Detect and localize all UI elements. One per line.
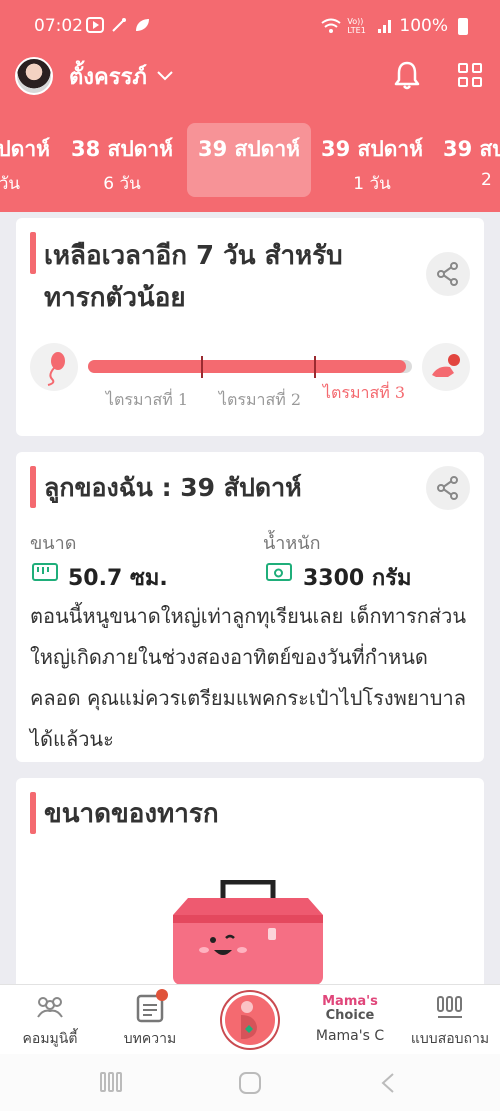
pregnancy-home-button[interactable] bbox=[222, 992, 278, 1048]
week-selector: ปดาห์ วัน 38 สปดาห์ 6 วัน 39 สปดาห์ 39 ส… bbox=[0, 123, 500, 197]
survey-icon bbox=[437, 996, 462, 1018]
week-tab[interactable]: 39 สบ 2 bbox=[437, 123, 500, 197]
weight-value: 3300 กรัม bbox=[303, 566, 412, 591]
carrier-label: Vo)) LTE1 bbox=[347, 17, 366, 35]
home-icon[interactable] bbox=[238, 1072, 262, 1094]
crawling-baby-icon bbox=[422, 343, 470, 391]
size-card-title: ขนาดของทารก bbox=[44, 799, 219, 829]
week-tab[interactable]: 38 สปดาห์ 6 วัน bbox=[60, 123, 184, 197]
status-bar: 07:02 Vo)) LTE1 100% bbox=[0, 12, 500, 44]
baby-description: ตอนนี้หนูขนาดใหญ่เท่าลูกทุเรียนเลย เด็กท… bbox=[30, 604, 466, 751]
nav-mamas-choice[interactable]: Mama's Choice Mama's C bbox=[300, 985, 400, 1055]
pregnancy-icon bbox=[241, 1001, 257, 1039]
nav-community[interactable]: คอมมูนิตี้ bbox=[0, 985, 100, 1055]
week-tab[interactable]: 39 สปดาห์ 1 วัน bbox=[310, 123, 434, 197]
profile-switcher[interactable]: ตั้งครรภ์ bbox=[15, 56, 173, 96]
share-icon bbox=[437, 476, 458, 500]
pregnancy-progress-fill bbox=[88, 360, 406, 373]
bell-icon[interactable] bbox=[394, 60, 420, 90]
chevron-down-icon bbox=[157, 71, 173, 81]
battery-icon bbox=[458, 17, 468, 35]
system-nav-bar bbox=[0, 1054, 500, 1111]
nav-survey[interactable]: แบบสอบถาม bbox=[400, 985, 500, 1055]
trimester-label-2: ไตรมาสที่ 2 bbox=[218, 390, 302, 409]
magic-wand-icon bbox=[112, 18, 126, 32]
toolbox-illustration bbox=[173, 880, 323, 985]
nav-articles[interactable]: บทความ bbox=[100, 985, 200, 1055]
share-icon bbox=[437, 262, 458, 286]
weight-label: น้ำหนัก bbox=[263, 533, 321, 554]
mamas-choice-logo: Mama's Choice bbox=[322, 994, 378, 1023]
app-header: 07:02 Vo)) LTE1 100% ตั้งครรภ์ ปดาห์ วัน… bbox=[0, 0, 500, 212]
size-value: 50.7 ซม. bbox=[68, 566, 168, 591]
pregnancy-progress-bar bbox=[88, 360, 412, 373]
trimester-label-3: ไตรมาสที่ 3 bbox=[322, 383, 406, 402]
baby-card-title: ลูกของฉัน : 39 สัปดาห์ bbox=[44, 473, 302, 502]
week-tab[interactable]: ปดาห์ วัน bbox=[0, 123, 60, 197]
wifi-icon bbox=[321, 18, 342, 33]
battery-percent: 100% bbox=[399, 16, 448, 36]
share-button[interactable] bbox=[426, 252, 470, 296]
youtube-notification-icon bbox=[86, 17, 104, 33]
community-icon bbox=[37, 997, 63, 1018]
week-tab-active[interactable]: 39 สปดาห์ bbox=[187, 123, 311, 197]
notification-dot bbox=[156, 989, 168, 1001]
recent-apps-icon[interactable] bbox=[100, 1072, 122, 1092]
leaf-icon bbox=[136, 19, 149, 31]
signal-icon bbox=[378, 20, 392, 33]
back-icon[interactable] bbox=[380, 1072, 396, 1094]
share-button[interactable] bbox=[426, 466, 470, 510]
trimester-label-1: ไตรมาสที่ 1 bbox=[105, 390, 189, 409]
profile-name: ตั้งครรภ์ bbox=[69, 64, 147, 90]
avatar bbox=[15, 57, 53, 95]
size-label: ขนาด bbox=[30, 533, 77, 554]
scale-icon bbox=[266, 563, 292, 581]
menu-grid-icon[interactable] bbox=[458, 63, 482, 87]
ruler-icon bbox=[32, 563, 58, 581]
status-time: 07:02 bbox=[34, 16, 83, 36]
countdown-title-line2: ทารกตัวน้อย bbox=[44, 283, 186, 313]
countdown-title-line1: เหลือเวลาอีก 7 วัน สำหรับ bbox=[44, 241, 343, 271]
sperm-icon bbox=[30, 343, 78, 391]
